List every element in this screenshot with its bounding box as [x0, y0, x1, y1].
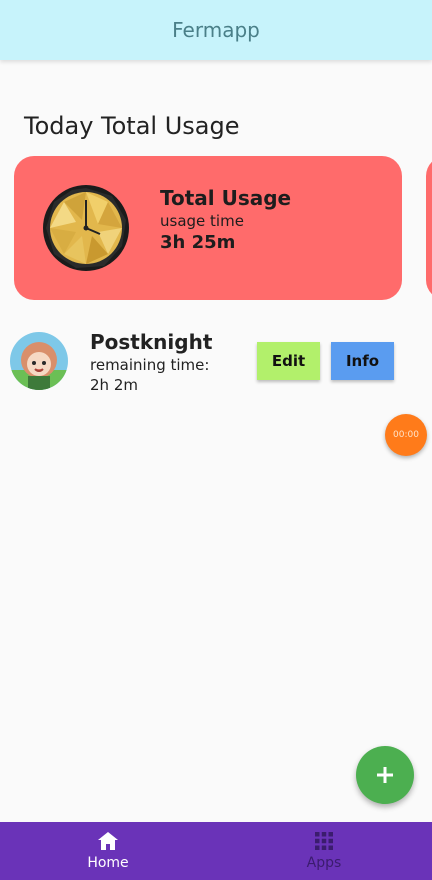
nav-item-home[interactable]: Home	[0, 822, 216, 880]
usage-card-value: 3h 25m	[160, 232, 236, 253]
floating-timer[interactable]: 00:00	[385, 414, 427, 456]
timer-text: 00:00	[393, 430, 419, 440]
remaining-time-label: remaining time:	[90, 356, 210, 374]
plus-icon	[377, 767, 393, 783]
app-list-item[interactable]: Postknight remaining time: 2h 2m Edit In…	[10, 330, 422, 400]
nav-label-apps: Apps	[306, 855, 342, 871]
bottom-navigation: Home Apps	[0, 822, 432, 880]
remaining-time-value: 2h 2m	[90, 376, 138, 394]
app-name: Postknight	[90, 330, 213, 354]
section-title: Today Total Usage	[24, 112, 240, 140]
app-title: Fermapp	[172, 18, 260, 42]
edit-button[interactable]: Edit	[257, 342, 320, 380]
home-icon	[98, 832, 118, 850]
next-card-peek[interactable]	[426, 156, 432, 300]
nav-label-home: Home	[87, 855, 129, 871]
app-bar: Fermapp	[0, 0, 432, 60]
add-button[interactable]	[356, 746, 414, 804]
usage-card-title: Total Usage	[160, 186, 292, 210]
total-usage-card[interactable]: Total Usage usage time 3h 25m	[14, 156, 402, 300]
usage-card-subtitle: usage time	[160, 212, 244, 230]
apps-grid-icon	[315, 832, 333, 850]
clock-icon	[43, 185, 129, 271]
app-avatar	[10, 332, 68, 390]
nav-item-apps[interactable]: Apps	[216, 822, 432, 880]
info-button[interactable]: Info	[331, 342, 394, 380]
